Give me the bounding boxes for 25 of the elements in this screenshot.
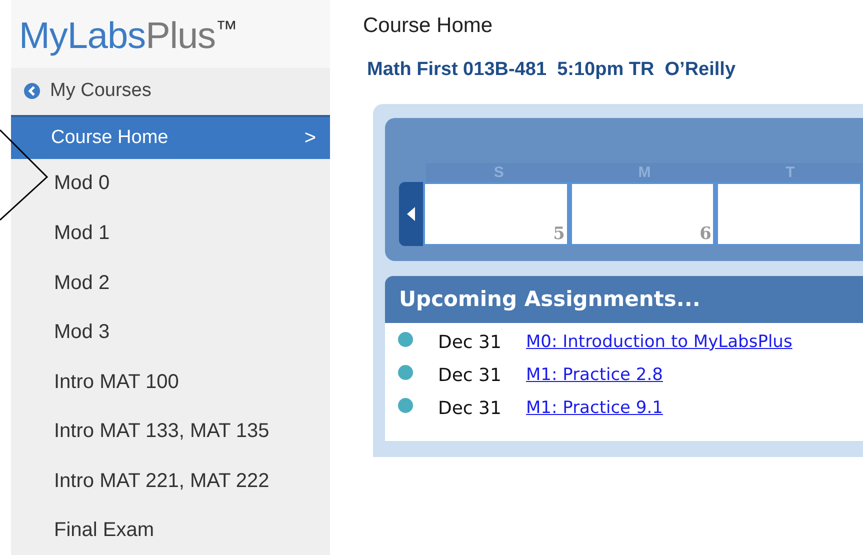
sidebar-item[interactable]: Mod 1 (11, 208, 330, 258)
logo: MyLabsPlus™ (11, 0, 330, 68)
sidebar-item[interactable]: Final Exam (11, 506, 330, 555)
sidebar-item[interactable]: Intro MAT 221, MAT 222 (11, 456, 330, 506)
sidebar-item[interactable]: Intro MAT 133, MAT 135 (11, 406, 330, 456)
course-title: Math First 013B-481 5:10pm TR O’Reilly (367, 58, 737, 82)
assignment-link[interactable]: M1: Practice 9.1 (526, 396, 663, 422)
sidebar-item[interactable]: Course Home > (11, 117, 330, 159)
sidebar-item[interactable]: Intro MAT 100 (11, 356, 330, 406)
sidebar-item[interactable]: Mod 3 (11, 307, 330, 357)
my-courses-link[interactable]: My Courses (11, 68, 330, 118)
assignment-link[interactable]: M1: Practice 2.8 (526, 362, 663, 388)
previous-button[interactable] (399, 182, 424, 246)
chevron-icon: > (304, 122, 316, 153)
assignment-link[interactable]: M0: Introduction to MyLabsPlus (526, 330, 792, 356)
due-date: Dec 31 (438, 331, 502, 355)
calendar-day[interactable] (716, 182, 862, 246)
sidebar-item[interactable]: Mod 0 (11, 158, 330, 208)
sidebar-item[interactable]: Mod 2 (11, 258, 330, 308)
due-date: Dec 31 (438, 364, 502, 388)
left-arrow-icon (407, 207, 416, 221)
back-icon (24, 83, 40, 100)
section-header: Upcoming Assignments... (385, 276, 863, 323)
due-date: Dec 31 (438, 397, 502, 421)
page-title: Course Home (363, 14, 494, 38)
